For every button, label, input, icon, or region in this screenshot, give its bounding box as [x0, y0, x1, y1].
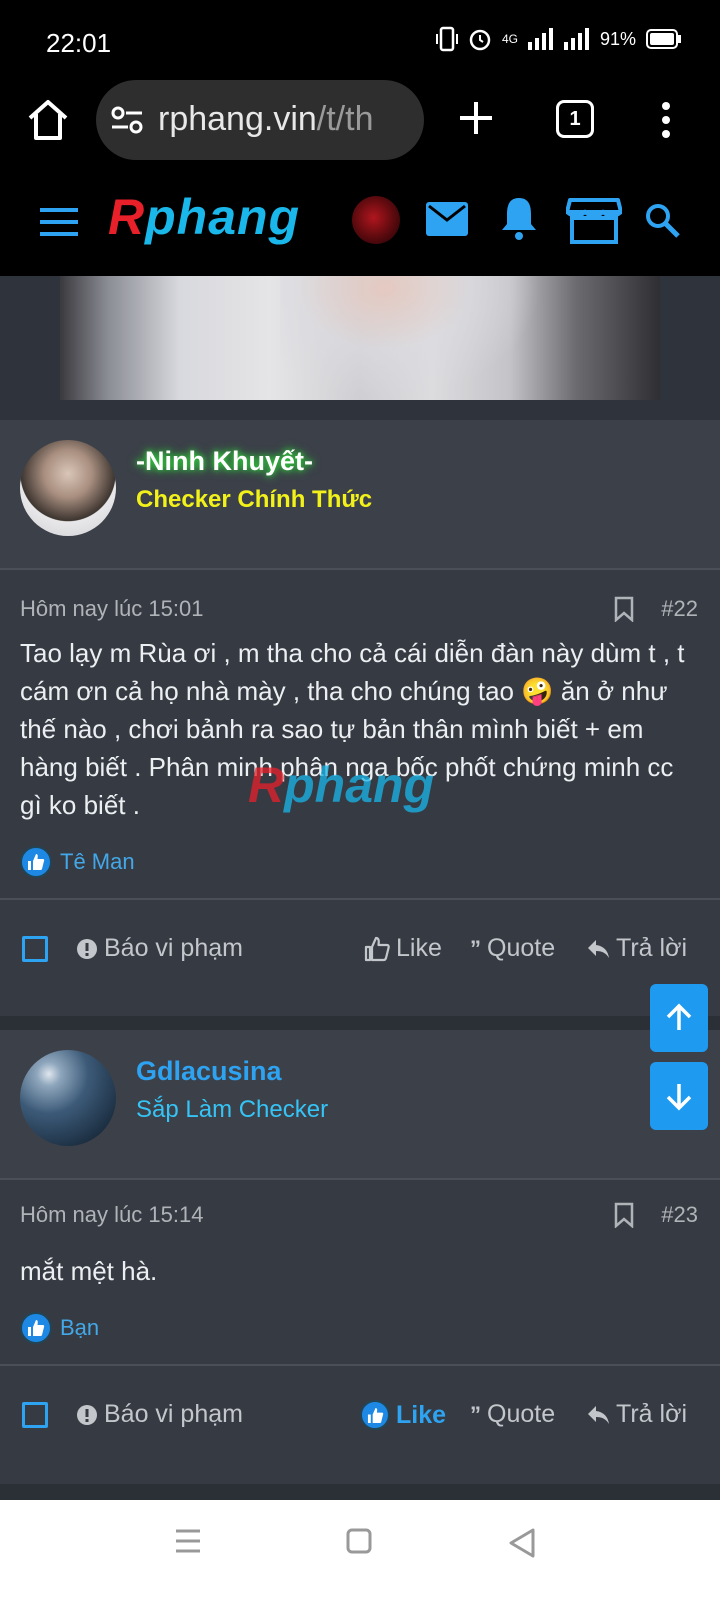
reply-icon: [588, 1405, 609, 1424]
menu-icon[interactable]: [40, 208, 78, 236]
system-nav-bar: [0, 1500, 720, 1600]
new-tab-icon[interactable]: [456, 98, 496, 138]
avatar[interactable]: [20, 440, 116, 536]
post: Gdlacusina Sắp Làm Checker Hôm nay lúc 1…: [0, 1030, 720, 1484]
watermark: Rphang: [248, 756, 434, 814]
quote-button[interactable]: ” Quote: [470, 934, 555, 963]
user-title: Checker Chính Thức: [136, 486, 373, 513]
scroll-to-top-button[interactable]: [650, 984, 708, 1052]
status-icons: 4G 91%: [435, 26, 682, 52]
browser-toolbar: rphang.vin/t/th 1: [0, 80, 720, 166]
user-name[interactable]: Gdlacusina: [136, 1056, 282, 1087]
post-actions: Báo vi phạm Like ” Quote Trả lời: [0, 1364, 720, 1464]
url-text[interactable]: rphang.vin/t/th: [158, 100, 416, 139]
quote-label: Quote: [487, 934, 556, 962]
post-user-block: -Ninh Khuyết- Checker Chính Thức: [0, 420, 720, 570]
report-button[interactable]: Báo vi phạm: [76, 934, 243, 963]
status-bar: 22:01 4G 91%: [0, 0, 720, 80]
post: -Ninh Khuyết- Checker Chính Thức Hôm nay…: [0, 420, 720, 1016]
post-separator: [0, 1016, 720, 1030]
user-title: Sắp Làm Checker: [136, 1096, 329, 1123]
watermark-rest: phang: [284, 757, 435, 813]
report-label: Báo vi phạm: [104, 1400, 243, 1428]
select-post-checkbox[interactable]: [22, 936, 48, 962]
like-button[interactable]: Like: [364, 934, 442, 963]
post-separator: [0, 1484, 720, 1500]
recent-apps-icon[interactable]: [174, 1528, 202, 1554]
like-reaction-icon: [20, 846, 52, 878]
bell-icon[interactable]: [500, 196, 538, 240]
select-post-checkbox[interactable]: [22, 1402, 48, 1428]
reaction-user[interactable]: Bạn: [60, 1315, 99, 1341]
search-icon[interactable]: [644, 202, 680, 238]
bookmark-icon[interactable]: [614, 596, 634, 622]
quote-icon: ”: [470, 935, 481, 961]
site-settings-icon[interactable]: [110, 104, 144, 136]
reaction-summary[interactable]: Tê Man: [20, 846, 135, 878]
store-icon[interactable]: [566, 196, 622, 244]
url-path: /t/th: [316, 100, 374, 138]
watermark-r: R: [248, 757, 285, 813]
quote-label: Quote: [487, 1400, 556, 1428]
arrow-up-icon: [666, 1003, 692, 1030]
like-label: Like: [396, 1400, 447, 1429]
reply-button[interactable]: Trả lời: [586, 934, 687, 963]
url-host: rphang.vin: [158, 100, 317, 138]
post-number[interactable]: #23: [661, 1202, 698, 1228]
post-number[interactable]: #22: [661, 596, 698, 622]
alarm-icon: [469, 29, 491, 51]
reply-icon: [588, 939, 609, 958]
network-type: 4G: [501, 32, 518, 46]
quote-icon: ”: [470, 1401, 481, 1427]
vibrate-icon: [435, 26, 458, 52]
address-bar[interactable]: rphang.vin/t/th: [96, 80, 424, 160]
post-actions: Báo vi phạm Like ” Quote Trả lời: [0, 898, 720, 998]
post-image[interactable]: [60, 276, 660, 400]
bookmark-icon[interactable]: [614, 1202, 634, 1228]
warning-icon: [77, 938, 97, 959]
report-button[interactable]: Báo vi phạm: [76, 1400, 243, 1429]
battery-percent: 91%: [599, 28, 636, 49]
reply-button[interactable]: Trả lời: [586, 1400, 687, 1429]
more-options-icon[interactable]: [660, 100, 672, 140]
status-time: 22:01: [46, 28, 112, 58]
reply-label: Trả lời: [616, 1400, 688, 1428]
logo-rest: phang: [145, 189, 301, 245]
site-header: Rphang: [0, 166, 720, 276]
signal-icon-2: [563, 28, 589, 50]
logo-r: R: [108, 189, 146, 245]
home-nav-icon[interactable]: [346, 1528, 372, 1554]
reply-label: Trả lời: [616, 934, 688, 962]
back-icon[interactable]: [508, 1528, 536, 1558]
avatar[interactable]: [20, 1050, 116, 1146]
post-user-block: Gdlacusina Sắp Làm Checker: [0, 1030, 720, 1180]
report-label: Báo vi phạm: [104, 934, 243, 962]
home-icon[interactable]: [24, 96, 72, 144]
previous-post-image-area: [0, 276, 720, 420]
post-timestamp[interactable]: Hôm nay lúc 15:01: [20, 596, 203, 622]
site-logo[interactable]: Rphang: [108, 188, 300, 246]
user-name[interactable]: -Ninh Khuyết-: [136, 446, 313, 477]
warning-icon: [77, 1404, 97, 1425]
signal-icon: [527, 28, 553, 50]
thumbs-up-icon: [360, 1400, 390, 1430]
like-reaction-icon: [20, 1312, 52, 1344]
thumbs-up-icon: [364, 936, 390, 961]
reaction-summary[interactable]: Bạn: [20, 1312, 99, 1344]
post-timestamp[interactable]: Hôm nay lúc 15:14: [20, 1202, 203, 1228]
post-body: mắt mệt hà.: [20, 1256, 158, 1286]
arrow-down-icon: [666, 1084, 692, 1111]
user-avatar[interactable]: [352, 196, 400, 244]
like-label: Like: [396, 934, 442, 962]
tab-switcher-button[interactable]: 1: [556, 100, 594, 138]
mail-icon[interactable]: [426, 202, 468, 236]
scroll-to-bottom-button[interactable]: [650, 1062, 708, 1130]
reaction-user[interactable]: Tê Man: [60, 849, 135, 875]
like-button[interactable]: Like: [360, 1400, 446, 1430]
battery-icon: [646, 29, 681, 49]
quote-button[interactable]: ” Quote: [470, 1400, 555, 1429]
